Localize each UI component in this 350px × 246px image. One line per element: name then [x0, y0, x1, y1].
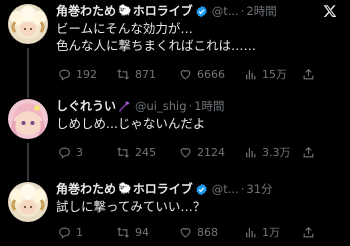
reply-button[interactable]: 3	[58, 144, 83, 160]
handle[interactable]: @t...	[212, 3, 239, 19]
tweet-text: ビームにそんな効力が… 色んな人に撃ちまくればこれは……	[56, 20, 342, 54]
views-button[interactable]: 15万	[244, 66, 287, 82]
retweet-icon	[117, 146, 129, 158]
reply-icon	[59, 147, 70, 159]
umbrella-emoji-icon	[118, 100, 131, 113]
heart-icon	[180, 227, 191, 237]
share-button[interactable]	[302, 224, 315, 240]
tweet-text: しめしめ...じゃないんだよ	[56, 115, 342, 132]
display-name-badge-text[interactable]: ホロライブ	[133, 3, 193, 19]
tweet-text-line: 試しに撃ってみていい…？	[56, 199, 206, 214]
handle[interactable]: @t...	[212, 181, 239, 197]
heart-icon	[180, 147, 191, 157]
views-button[interactable]: 1万	[244, 224, 280, 240]
like-count: 2124	[197, 145, 225, 159]
reply-count: 192	[76, 67, 97, 81]
like-button[interactable]: 2124	[179, 144, 225, 160]
sheep-emoji-icon: 🐑	[118, 182, 132, 195]
thread-connector	[27, 48, 29, 98]
timestamp[interactable]: 2時間	[246, 3, 276, 19]
share-icon	[303, 226, 314, 237]
verified-check-icon	[195, 183, 208, 196]
retweet-button[interactable]: 245	[116, 144, 156, 160]
tweet-text-line: しめしめ...じゃないんだよ	[56, 116, 206, 131]
verified-check-icon	[195, 5, 208, 18]
separator-dot: ·	[240, 182, 245, 196]
like-count: 6666	[197, 67, 225, 81]
share-icon	[303, 146, 314, 157]
display-name-badge-text[interactable]: ホロライブ	[133, 181, 193, 197]
retweet-count: 94	[135, 225, 149, 239]
tweet-actions: 1 94 868 1万	[58, 224, 338, 240]
display-name[interactable]: 角巻わため	[56, 181, 116, 197]
reply-button[interactable]: 192	[58, 66, 97, 82]
reply-count: 3	[76, 145, 83, 159]
views-chart-icon	[246, 69, 256, 79]
sheep-emoji-icon: 🐑	[118, 4, 132, 17]
avatar[interactable]	[8, 99, 48, 139]
avatar[interactable]	[8, 182, 48, 222]
views-chart-icon	[246, 147, 256, 157]
views-button[interactable]: 3.3万	[244, 144, 291, 160]
tweet-actions: 3 245 2124 3.3万	[58, 144, 338, 160]
like-button[interactable]: 868	[179, 224, 218, 240]
timestamp[interactable]: 31分	[246, 181, 272, 197]
share-button[interactable]	[302, 144, 315, 160]
handle[interactable]: @ui_shig	[135, 98, 187, 114]
timestamp[interactable]: 1時間	[194, 98, 224, 114]
like-count: 868	[197, 225, 218, 239]
retweet-button[interactable]: 871	[116, 66, 156, 82]
retweet-count: 245	[135, 145, 156, 159]
tweet-actions: 192 871 6666 15万	[58, 66, 338, 82]
reply-button[interactable]: 1	[58, 224, 83, 240]
retweet-button[interactable]: 94	[116, 224, 149, 240]
reply-icon	[59, 69, 70, 81]
reply-icon	[59, 227, 70, 239]
reply-count: 1	[76, 225, 83, 239]
like-button[interactable]: 6666	[179, 66, 225, 82]
tweet-text-line: 色んな人に撃ちまくればこれは……	[56, 38, 257, 53]
retweet-icon	[117, 68, 129, 80]
heart-icon	[180, 69, 191, 79]
tweet-text: 試しに撃ってみていい…？	[56, 198, 342, 215]
share-icon	[303, 68, 314, 79]
display-name[interactable]: 角巻わため	[56, 3, 116, 19]
share-button[interactable]	[302, 66, 315, 82]
thread-connector	[27, 143, 29, 181]
display-name[interactable]: しぐれうい	[56, 98, 116, 114]
tweet-text-line: ビームにそんな効力が…	[56, 21, 193, 36]
retweet-count: 871	[135, 67, 156, 81]
separator-dot: ·	[240, 4, 245, 18]
views-chart-icon	[246, 227, 256, 237]
avatar[interactable]	[8, 4, 48, 44]
view-count: 1万	[262, 226, 280, 239]
separator-dot: ·	[188, 99, 193, 113]
retweet-icon	[117, 226, 129, 238]
view-count: 15万	[262, 68, 287, 81]
x-logo-icon[interactable]	[323, 3, 337, 22]
view-count: 3.3万	[262, 146, 291, 159]
